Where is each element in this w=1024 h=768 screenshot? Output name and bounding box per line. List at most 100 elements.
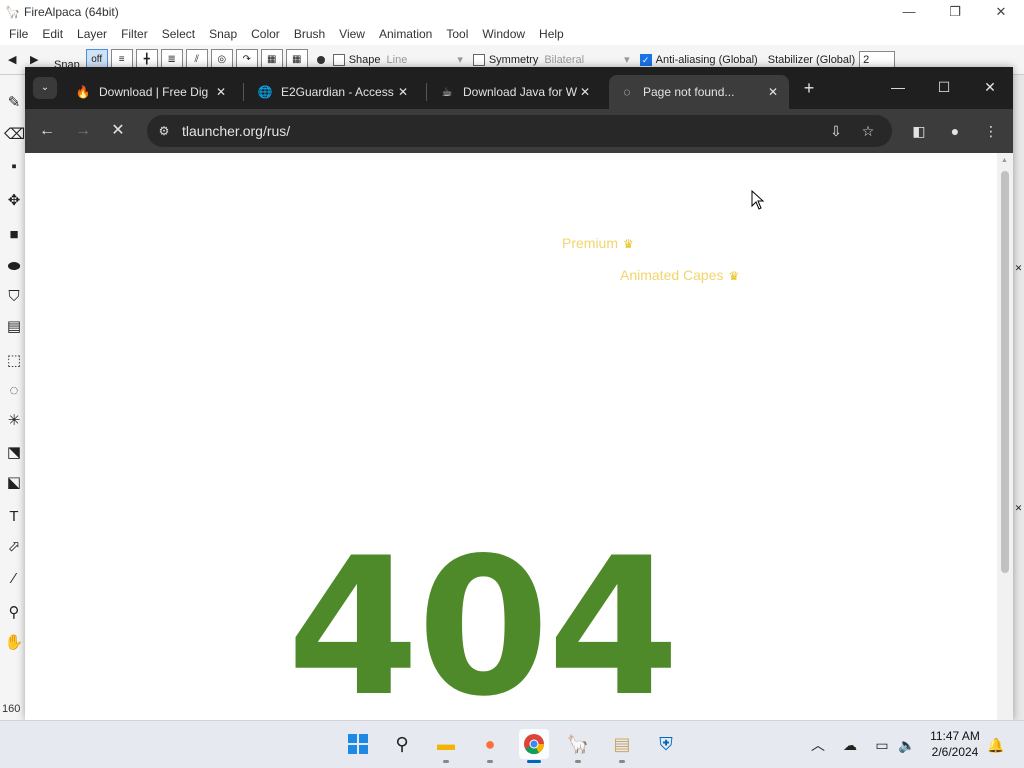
chrome-menu-icon[interactable]: ⋮	[981, 121, 1001, 141]
windows-security-icon: ⛨	[659, 734, 673, 754]
firefox-button[interactable]: ●	[475, 729, 505, 763]
tab-e2guardian[interactable]: 🌐 E2Guardian - Access ✕	[247, 75, 419, 109]
premium-link[interactable]: Premium ♛	[562, 235, 634, 251]
next-frame-icon[interactable]: ▶	[30, 53, 44, 67]
panel-close-icon[interactable]: ✕	[1013, 263, 1024, 274]
network-icon[interactable]: ▭	[872, 735, 892, 755]
brush-tool-icon[interactable]: ✎	[4, 93, 24, 113]
tab-download-java[interactable]: ☕ Download Java for W ✕	[429, 75, 601, 109]
system-clock[interactable]: 11:47 AM 2/6/2024	[924, 728, 986, 760]
notepad-button[interactable]: ▤	[607, 729, 637, 763]
shape-checkbox[interactable]	[332, 53, 345, 66]
tab-page-not-found[interactable]: ◌ Page not found... ✕	[609, 75, 789, 109]
page-content: Premium ♛ Animated Capes ♛ 404 ▲	[25, 153, 1013, 720]
menu-view[interactable]: View	[332, 27, 372, 41]
bookmark-star-icon[interactable]: ☆	[858, 121, 878, 141]
site-info-icon[interactable]: ⚙	[153, 120, 175, 142]
menu-animation[interactable]: Animation	[372, 27, 439, 41]
url-text[interactable]: tlauncher.org/rus/	[182, 123, 290, 139]
hand-tool-icon[interactable]: ✋	[4, 633, 24, 653]
back-button[interactable]: ←	[34, 118, 60, 144]
browser-toolbar: ← → ✕ ⚙ tlauncher.org/rus/ ⇩ ☆ ◧ ● ⋮	[25, 109, 1013, 153]
snap-point-icon[interactable]	[316, 55, 325, 64]
file-explorer-button[interactable]: ▬	[431, 729, 461, 763]
magic-wand-tool-icon[interactable]: ✳	[4, 411, 24, 431]
dot-tool-icon[interactable]: ▪	[4, 157, 24, 177]
forward-button[interactable]: →	[70, 118, 96, 144]
symmetry-dropdown-icon[interactable]: ▾	[624, 53, 630, 66]
menu-brush[interactable]: Brush	[287, 27, 332, 41]
search-icon: ⚲	[395, 734, 409, 754]
onedrive-icon[interactable]: ☁	[840, 735, 860, 755]
tab-close-icon[interactable]: ✕	[765, 84, 781, 100]
firefox-icon: ●	[484, 734, 496, 754]
firealpaca-icon: 🦙	[566, 734, 590, 754]
stop-loading-button[interactable]: ✕	[105, 118, 131, 144]
eyedropper-tool-icon[interactable]: ⚲	[4, 603, 24, 623]
close-button[interactable]: ✕	[978, 0, 1024, 23]
shape-dropdown-icon[interactable]: ▾	[457, 53, 463, 66]
windows-security-button[interactable]: ⛨	[651, 729, 681, 759]
chrome-minimize-button[interactable]: —	[875, 67, 921, 107]
select-pen-tool-icon[interactable]: ⬔	[4, 443, 24, 463]
tab-close-icon[interactable]: ✕	[577, 84, 593, 100]
menu-help[interactable]: Help	[532, 27, 571, 41]
minimize-button[interactable]: —	[886, 0, 932, 23]
menu-select[interactable]: Select	[155, 27, 202, 41]
symmetry-select[interactable]: Bilateral	[544, 54, 584, 66]
tab-close-icon[interactable]: ✕	[213, 84, 229, 100]
loading-icon: ◌	[623, 85, 631, 99]
menu-layer[interactable]: Layer	[70, 27, 114, 41]
prev-frame-icon[interactable]: ◀	[8, 53, 22, 67]
tab-close-icon[interactable]: ✕	[395, 84, 411, 100]
chrome-button[interactable]	[519, 729, 549, 763]
chrome-close-button[interactable]: ✕	[967, 67, 1013, 107]
search-button[interactable]: ⚲	[387, 729, 417, 759]
fill-tool-icon[interactable]: ⛉	[4, 287, 24, 307]
animated-capes-link[interactable]: Animated Capes ♛	[620, 267, 739, 283]
select-eraser-tool-icon[interactable]: ⬕	[4, 473, 24, 493]
text-tool-icon[interactable]: T	[4, 507, 24, 527]
profile-icon[interactable]: ●	[945, 121, 965, 141]
tab-download-free-dig[interactable]: 🔥 Download | Free Dig ✕	[65, 75, 237, 109]
firealpaca-button[interactable]: 🦙	[563, 729, 593, 763]
address-bar[interactable]: ⚙ tlauncher.org/rus/ ⇩ ☆	[147, 115, 892, 147]
tab-title: E2Guardian - Access	[281, 85, 394, 99]
new-tab-button[interactable]: +	[798, 77, 820, 99]
chrome-maximize-button[interactable]: ☐	[921, 67, 967, 107]
menu-filter[interactable]: Filter	[114, 27, 155, 41]
rectangle-tool-icon[interactable]: ■	[4, 225, 24, 245]
symmetry-checkbox[interactable]	[472, 53, 485, 66]
stabilizer-select[interactable]: 2	[859, 50, 896, 69]
scroll-up-icon[interactable]: ▲	[1001, 157, 1009, 164]
pen-tool-icon[interactable]: ⁄	[4, 569, 24, 589]
select-tool-icon[interactable]: ⬚	[4, 351, 24, 371]
shape-tool-icon[interactable]: ⬬	[4, 257, 24, 277]
page-scrollbar[interactable]: ▲	[997, 153, 1013, 720]
shape-select[interactable]: Line	[387, 54, 408, 66]
volume-icon[interactable]: 🔈	[897, 735, 917, 755]
notification-bell-icon[interactable]: 🔔	[986, 735, 1006, 755]
install-app-icon[interactable]: ⇩	[826, 121, 846, 141]
tab-search-icon[interactable]: ⌄	[33, 77, 57, 99]
eraser-tool-icon[interactable]: ⌫	[4, 125, 25, 145]
lasso-tool-icon[interactable]: ◌	[4, 381, 24, 401]
tab-title: Download Java for W	[463, 85, 577, 99]
menu-file[interactable]: File	[2, 27, 35, 41]
menu-color[interactable]: Color	[244, 27, 287, 41]
gradient-tool-icon[interactable]: ▤	[4, 317, 24, 337]
menu-edit[interactable]: Edit	[35, 27, 70, 41]
move-tool-icon[interactable]: ✥	[4, 191, 24, 211]
antialiasing-checkbox[interactable]: ✓	[639, 53, 652, 66]
start-button[interactable]	[343, 729, 373, 759]
operation-tool-icon[interactable]: ⬀	[4, 537, 24, 557]
scrollbar-thumb[interactable]	[1001, 171, 1009, 573]
menu-window[interactable]: Window	[475, 27, 532, 41]
restore-button[interactable]: ❐	[932, 0, 978, 23]
firealpaca-tool-panel: ✎ ⌫ ▪ ✥ ■ ⬬ ⛉ ▤ ⬚ ◌ ✳ ⬔ ⬕ T ⬀ ⁄ ⚲ ✋	[0, 75, 26, 720]
chevron-up-icon[interactable]: ︿	[808, 735, 828, 755]
panel-close-2-icon[interactable]: ✕	[1013, 503, 1024, 514]
menu-snap[interactable]: Snap	[202, 27, 244, 41]
menu-tool[interactable]: Tool	[439, 27, 475, 41]
side-panel-icon[interactable]: ◧	[909, 121, 929, 141]
